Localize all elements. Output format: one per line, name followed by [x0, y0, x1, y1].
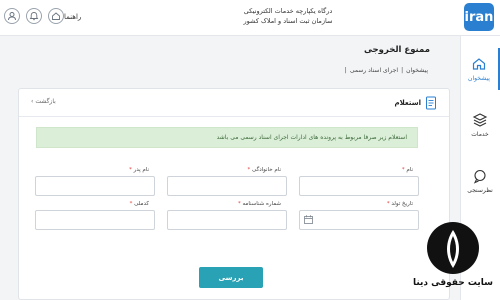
chevron-left-icon: ‹ [31, 98, 34, 105]
home-icon[interactable] [48, 8, 64, 24]
father-name-label: * نام پدر [129, 167, 149, 173]
national-code-input[interactable] [35, 210, 155, 230]
back-link-label: بازگشت [35, 98, 56, 105]
header-icons [4, 8, 64, 24]
father-name-input[interactable] [35, 176, 155, 196]
birth-date-label: * تاریخ تولد [386, 201, 413, 207]
required-mark: * [129, 201, 133, 207]
national-code-label: * کدملی [129, 201, 149, 207]
field-last-name: * نام خانوادگی [167, 167, 287, 197]
sidebar-item-services[interactable]: خدمات [460, 104, 500, 146]
watermark-logo-icon [427, 222, 479, 274]
layers-icon [472, 113, 488, 127]
watermark-text: سایت حقوقی دینا [412, 278, 494, 288]
bell-icon[interactable] [26, 8, 42, 24]
field-id-number: * شماره شناسنامه [167, 201, 287, 231]
required-mark: * [237, 201, 241, 207]
field-birth-date: * تاریخ تولد [299, 201, 419, 231]
last-name-input[interactable] [167, 176, 287, 196]
first-name-label: * نام [401, 167, 413, 173]
birth-date-input[interactable] [299, 210, 419, 230]
back-link[interactable]: ‹ بازگشت [31, 98, 56, 105]
inquiry-card: استعلام ‹ بازگشت استعلام زیر صرفا مربوط … [18, 88, 450, 300]
help-link[interactable]: راهنما [64, 13, 81, 21]
required-mark: * [401, 167, 405, 173]
sidebar-item-label: خدمات [471, 131, 489, 138]
sidebar-item-label: پیشخوان [468, 75, 490, 82]
watermark: سایت حقوقی دینا [412, 222, 494, 296]
breadcrumb-sep: | [401, 67, 404, 74]
search-button[interactable]: بررسی [199, 267, 263, 288]
required-mark: * [129, 167, 132, 173]
required-mark: * [386, 201, 390, 207]
chat-icon [473, 169, 486, 184]
first-name-input[interactable] [299, 176, 419, 196]
id-number-input[interactable] [167, 210, 287, 230]
portal-title: درگاه یکپارچه خدمات الکترونیکی سازمان ثب… [228, 6, 348, 26]
last-name-label: * نام خانوادگی [247, 167, 282, 173]
sidebar-item-dashboard[interactable]: پیشخوان [460, 48, 500, 90]
card-header: استعلام ‹ بازگشت [19, 89, 449, 117]
breadcrumb-item-registry[interactable]: اجرای اسناد رسمی [350, 67, 398, 74]
required-mark: * [247, 167, 251, 173]
field-national-code: * کدملی [35, 201, 155, 231]
breadcrumb: | اجرای اسناد رسمی | پیشخوان [345, 67, 428, 74]
card-title-text: استعلام [394, 99, 421, 107]
user-icon[interactable] [4, 8, 20, 24]
calendar-icon[interactable] [304, 215, 313, 224]
field-father-name: * نام پدر [35, 167, 155, 197]
document-icon [426, 96, 436, 110]
sidebar-item-label: نظرسنجی [467, 187, 493, 194]
field-first-name: * نام [299, 167, 419, 197]
id-number-label: * شماره شناسنامه [237, 201, 281, 207]
top-bar: iran درگاه یکپارچه خدمات الکترونیکی سازم… [0, 0, 500, 36]
page-title: ممنوع الخروجی [363, 45, 430, 55]
home-icon [472, 58, 486, 70]
sidebar-item-survey[interactable]: نظرسنجی [460, 160, 500, 202]
breadcrumb-item-dashboard[interactable]: پیشخوان [406, 67, 428, 74]
info-message: استعلام زیر صرفا مربوط به پرونده های ادا… [36, 127, 418, 148]
portal-line-1: درگاه یکپارچه خدمات الکترونیکی [243, 7, 333, 15]
card-title: استعلام [394, 96, 437, 110]
breadcrumb-sep: | [344, 67, 347, 74]
portal-line-2: سازمان ثبت اسناد و املاک کشور [243, 17, 333, 25]
logo[interactable]: iran [464, 3, 494, 31]
